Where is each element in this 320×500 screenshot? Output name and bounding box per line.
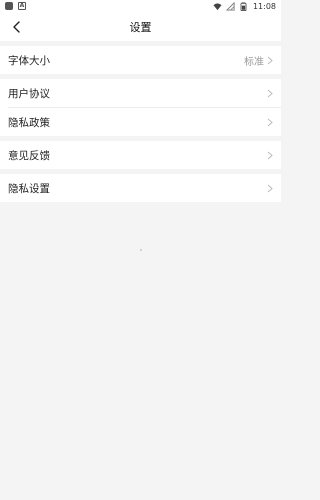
user-agreement-row[interactable]: 用户协议 bbox=[0, 79, 281, 107]
no-signal-icon bbox=[225, 1, 235, 11]
settings-group-privacy: 隐私设置 bbox=[0, 174, 281, 202]
chevron-right-icon bbox=[267, 184, 273, 192]
privacy-settings-label: 隐私设置 bbox=[8, 182, 50, 195]
chevron-right-icon bbox=[267, 118, 273, 126]
status-time: 11:08 bbox=[252, 1, 276, 11]
user-agreement-label: 用户协议 bbox=[8, 87, 50, 100]
status-bar: A 11:08 bbox=[0, 0, 281, 12]
feedback-label: 意见反馈 bbox=[8, 149, 50, 162]
settings-group-display: 字体大小 标准 bbox=[0, 46, 281, 74]
font-size-row[interactable]: 字体大小 标准 bbox=[0, 46, 281, 74]
accessibility-a-icon: A bbox=[18, 2, 26, 10]
privacy-policy-row[interactable]: 隐私政策 bbox=[0, 108, 281, 136]
feedback-row[interactable]: 意见反馈 bbox=[0, 141, 281, 169]
font-size-label: 字体大小 bbox=[8, 54, 50, 67]
status-right: 11:08 bbox=[213, 1, 276, 11]
chevron-right-icon bbox=[267, 151, 273, 159]
wifi-icon bbox=[213, 2, 222, 10]
nav-bar: 设置 bbox=[0, 12, 281, 41]
page-title: 设置 bbox=[129, 21, 152, 34]
privacy-settings-row[interactable]: 隐私设置 bbox=[0, 174, 281, 202]
settings-group-legal: 用户协议 隐私政策 bbox=[0, 79, 281, 136]
battery-icon bbox=[240, 1, 247, 11]
app-square-icon bbox=[5, 2, 13, 10]
font-size-value: 标准 bbox=[244, 56, 264, 68]
decorative-dot bbox=[140, 249, 142, 251]
settings-group-feedback: 意见反馈 bbox=[0, 141, 281, 169]
chevron-right-icon bbox=[267, 89, 273, 97]
privacy-policy-label: 隐私政策 bbox=[8, 116, 50, 129]
status-left: A bbox=[5, 2, 26, 10]
chevron-right-icon bbox=[267, 56, 273, 64]
